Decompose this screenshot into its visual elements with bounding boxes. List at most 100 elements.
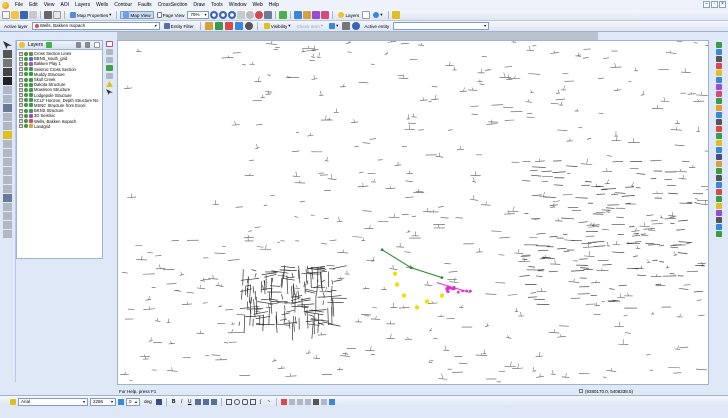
ellipse-shape-icon[interactable] <box>233 398 240 405</box>
roundrect-shape-icon[interactable] <box>241 398 248 405</box>
text-align-icon[interactable] <box>155 398 162 405</box>
pattern-icon[interactable] <box>320 398 327 405</box>
measure-tool-icon[interactable] <box>3 140 12 148</box>
right-tool-icon[interactable] <box>715 98 722 104</box>
right-tool-icon[interactable] <box>715 154 722 160</box>
visible-icon[interactable] <box>24 61 28 66</box>
wells-icon[interactable] <box>294 11 303 19</box>
curve-shape-icon[interactable]: ∫ <box>258 399 264 405</box>
layers-button[interactable]: Layers <box>336 12 361 18</box>
zoom-out-icon[interactable] <box>219 11 228 19</box>
menu-wells[interactable]: Wells <box>93 0 111 10</box>
warning-icon[interactable] <box>106 81 113 87</box>
erase-tool-icon[interactable] <box>3 167 12 175</box>
select-entity-icon[interactable] <box>234 22 243 30</box>
text-tool-icon[interactable] <box>3 77 12 85</box>
visibility-button[interactable]: Visibility ▾ <box>262 23 293 29</box>
right-tool-icon[interactable] <box>715 224 722 230</box>
menu-draw[interactable]: Draw <box>190 0 208 10</box>
grid-icon[interactable] <box>264 11 273 19</box>
expand-icon[interactable]: + <box>19 77 23 82</box>
layer-add-icon[interactable] <box>279 11 288 19</box>
layer-edit-icon[interactable] <box>106 49 113 55</box>
font-select[interactable]: Arial ▾ <box>18 397 88 406</box>
new-file-icon[interactable] <box>2 11 10 19</box>
line-tool-icon[interactable] <box>3 86 12 94</box>
add-layer-icon[interactable] <box>46 42 53 48</box>
join-tool-icon[interactable] <box>3 185 12 193</box>
visible-icon[interactable] <box>24 51 28 56</box>
menu-help[interactable]: Help <box>266 0 282 10</box>
align-right-icon[interactable] <box>210 398 217 405</box>
right-tool-icon[interactable] <box>715 161 722 167</box>
window-icon[interactable] <box>362 11 371 19</box>
map-drawing[interactable] <box>118 41 708 384</box>
expand-icon[interactable]: + <box>19 119 23 124</box>
fill-tool-icon[interactable] <box>3 131 12 139</box>
fill-color-icon[interactable] <box>288 398 295 405</box>
visible-icon[interactable] <box>24 72 28 77</box>
right-tool-icon[interactable] <box>715 105 722 111</box>
italic-icon[interactable]: I <box>179 399 185 405</box>
expand-icon[interactable]: + <box>19 82 23 87</box>
right-tool-icon[interactable] <box>715 196 722 202</box>
menu-crosssection[interactable]: CrossSection <box>155 0 191 10</box>
arc-tool-icon[interactable] <box>3 149 12 157</box>
zoom-extent-icon[interactable] <box>228 11 237 19</box>
visible-icon[interactable] <box>24 113 28 118</box>
layer-item[interactable]: + Landgrid <box>19 124 102 129</box>
right-tool-icon[interactable] <box>715 70 722 76</box>
menu-faults[interactable]: Faults <box>135 0 155 10</box>
right-tool-icon[interactable] <box>715 126 722 132</box>
layer-properties-icon[interactable] <box>106 41 113 47</box>
check-item-button[interactable]: Check Item ▾ <box>295 23 326 29</box>
menu-layers[interactable]: Layers <box>72 0 93 10</box>
right-tool-icon[interactable] <box>715 203 722 209</box>
visible-icon[interactable] <box>24 56 28 61</box>
pointer-tool-icon[interactable] <box>3 41 12 49</box>
print-icon[interactable] <box>44 11 52 19</box>
entity-filter-button[interactable]: Entity Filter <box>162 23 196 29</box>
copy-tool-icon[interactable] <box>3 203 12 211</box>
faults-icon[interactable] <box>312 11 321 19</box>
right-tool-icon[interactable] <box>715 133 722 139</box>
polygon-shape-icon[interactable] <box>249 398 256 405</box>
zoom-select[interactable]: 75% ▾ <box>187 11 210 19</box>
arrow-style-icon[interactable] <box>304 398 311 405</box>
right-tool-icon[interactable] <box>715 210 722 216</box>
line-style-icon[interactable] <box>296 398 303 405</box>
menu-aoi[interactable]: AOI <box>57 0 72 10</box>
visible-icon[interactable] <box>24 67 28 72</box>
expand-icon[interactable]: + <box>19 113 23 118</box>
minimize-icon[interactable]: – <box>703 1 710 8</box>
visible-icon[interactable] <box>24 87 28 92</box>
rotate-tool-icon[interactable] <box>3 212 12 220</box>
digitize-icon[interactable] <box>214 22 223 30</box>
transparency-icon[interactable] <box>328 398 335 405</box>
expand-icon[interactable]: + <box>19 108 23 113</box>
right-tool-icon[interactable] <box>715 175 722 181</box>
spacing-input[interactable]: 0 ▴ <box>126 397 140 406</box>
right-tool-icon[interactable] <box>715 147 722 153</box>
cross-section-icon[interactable] <box>321 11 330 19</box>
visible-icon[interactable] <box>24 103 28 108</box>
contour-icon[interactable] <box>303 11 312 19</box>
visible-icon[interactable] <box>24 108 28 113</box>
info-icon[interactable] <box>352 22 361 30</box>
expand-icon[interactable]: + <box>19 61 23 66</box>
stop-icon[interactable] <box>255 11 264 19</box>
bold-icon[interactable]: B <box>171 399 177 405</box>
pencil-tool-icon[interactable] <box>3 68 12 76</box>
color-icon[interactable] <box>118 398 124 405</box>
menu-file[interactable]: File <box>12 0 26 10</box>
delete-entity-icon[interactable] <box>224 22 233 30</box>
page-view-button[interactable]: Page View <box>155 12 187 18</box>
visible-icon[interactable] <box>24 124 28 129</box>
visible-icon[interactable] <box>24 82 28 87</box>
panel-close-icon[interactable] <box>94 42 100 48</box>
right-tool-icon[interactable] <box>715 63 722 69</box>
right-tool-icon[interactable] <box>715 112 722 118</box>
right-tool-icon[interactable] <box>715 119 722 125</box>
align-left-icon[interactable] <box>194 398 201 405</box>
visible-icon[interactable] <box>24 93 28 98</box>
